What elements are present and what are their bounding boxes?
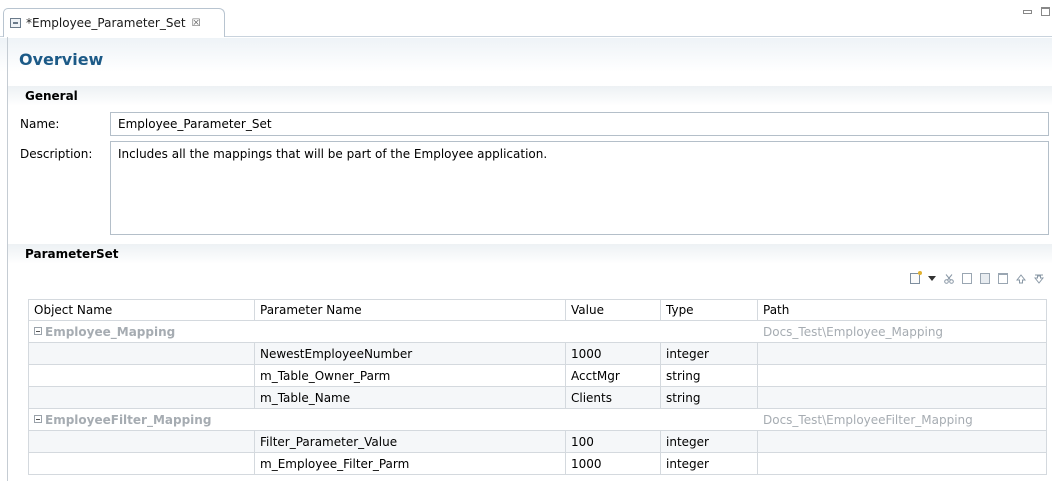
move-up-icon[interactable] [1016,273,1026,284]
parameter-name-cell[interactable]: m_Employee_Filter_Parm [254,452,566,475]
value-cell [565,408,661,431]
parameter-name-cell[interactable]: m_Table_Name [254,386,566,409]
table-row[interactable]: m_Table_Owner_Parm AcctMgr string [28,364,1047,387]
type-cell: string [660,364,758,387]
overview-header: Overview [0,38,1052,72]
object-name: Employee_Mapping [45,324,176,339]
cut-icon[interactable] [944,273,954,284]
path-cell [757,386,1047,409]
table-row[interactable]: m_Table_Name Clients string [28,386,1047,409]
new-icon[interactable] [910,271,922,284]
move-down-icon[interactable] [1034,274,1044,284]
parameter-set-icon [10,18,21,28]
column-header-path[interactable]: Path [757,299,1047,321]
delete-icon[interactable] [998,273,1008,284]
object-name-cell [28,342,255,365]
table-header-row: Object Name Parameter Name Value Type Pa… [28,299,1047,321]
type-cell [660,408,758,431]
column-header-parameter-name[interactable]: Parameter Name [254,299,566,321]
value-cell[interactable]: 1000 [565,452,661,475]
parameter-name-cell [254,408,566,431]
copy-icon[interactable] [962,273,972,284]
name-label: Name: [20,117,60,131]
table-row-group[interactable]: Employee_Mapping Docs_Test\Employee_Mapp… [28,320,1047,343]
path-cell: Docs_Test\Employee_Mapping [757,320,1047,343]
parameterset-section-header: ParameterSet [8,244,1052,264]
type-cell: integer [660,342,758,365]
minimize-icon[interactable] [1023,10,1032,14]
parameter-name-cell[interactable]: NewestEmployeeNumber [254,342,566,365]
path-cell [757,364,1047,387]
object-name: EmployeeFilter_Mapping [45,412,212,427]
object-name-cell [28,386,255,409]
description-label: Description: [20,147,93,161]
editor-tab[interactable]: *Employee_Parameter_Set ☒ [3,8,225,37]
maximize-icon[interactable] [1041,7,1050,16]
paste-icon[interactable] [980,273,990,284]
description-field[interactable]: Includes all the mappings that will be p… [110,141,1049,235]
type-cell [660,320,758,343]
close-icon[interactable]: ☒ [192,18,201,29]
column-header-type[interactable]: Type [660,299,758,321]
general-section-header: General [8,86,1052,106]
type-cell: integer [660,430,758,453]
value-cell[interactable]: 100 [565,430,661,453]
type-cell: integer [660,452,758,475]
object-name-cell: Employee_Mapping [28,320,255,343]
editor-tab-bar: *Employee_Parameter_Set ☒ [0,0,1052,37]
path-cell: Docs_Test\EmployeeFilter_Mapping [757,408,1047,431]
type-cell: string [660,386,758,409]
object-name-cell [28,452,255,475]
dropdown-arrow-icon[interactable] [928,276,936,281]
column-header-value[interactable]: Value [565,299,661,321]
column-header-object-name[interactable]: Object Name [28,299,255,321]
object-name-cell: EmployeeFilter_Mapping [28,408,255,431]
path-cell [757,430,1047,453]
path-cell [757,452,1047,475]
parameter-name-cell [254,320,566,343]
object-name-cell [28,430,255,453]
collapse-icon[interactable] [34,327,42,335]
path-cell [757,342,1047,365]
object-name-cell [28,364,255,387]
table-row[interactable]: m_Employee_Filter_Parm 1000 integer [28,452,1047,475]
parameter-name-cell[interactable]: m_Table_Owner_Parm [254,364,566,387]
editor-tab-title: *Employee_Parameter_Set [26,16,186,30]
parameter-name-cell[interactable]: Filter_Parameter_Value [254,430,566,453]
value-cell[interactable]: 1000 [565,342,661,365]
collapse-icon[interactable] [34,415,42,423]
page-title: Overview [19,50,104,69]
parameter-toolbar [910,271,1044,284]
parameterset-section-title: ParameterSet [25,247,119,261]
table-row[interactable]: NewestEmployeeNumber 1000 integer [28,342,1047,365]
general-section-title: General [25,89,78,103]
parameter-table: Object Name Parameter Name Value Type Pa… [28,299,1047,475]
table-row[interactable]: Filter_Parameter_Value 100 integer [28,430,1047,453]
value-cell [565,320,661,343]
table-row-group[interactable]: EmployeeFilter_Mapping Docs_Test\Employe… [28,408,1047,431]
value-cell[interactable]: AcctMgr [565,364,661,387]
value-cell[interactable]: Clients [565,386,661,409]
name-field[interactable]: Employee_Parameter_Set [110,112,1049,136]
